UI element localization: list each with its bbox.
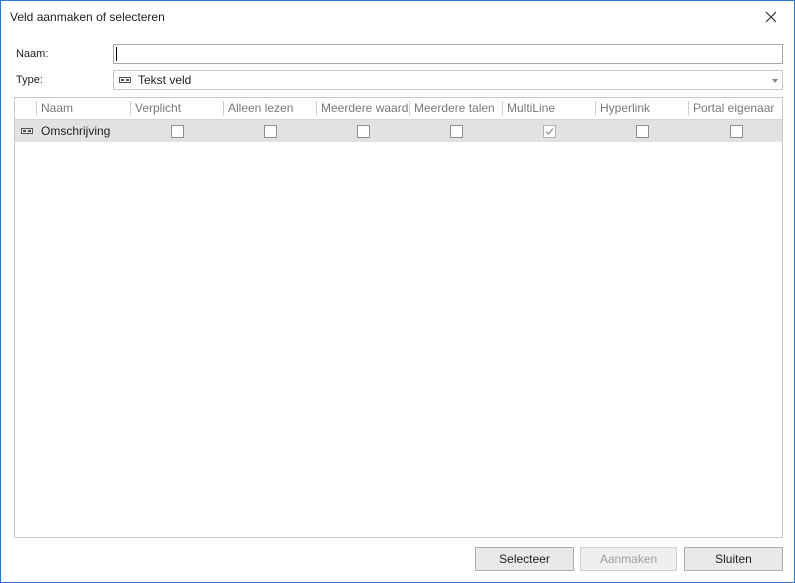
- checkbox-multiline[interactable]: [543, 125, 556, 138]
- column-header-meerdere-waard[interactable]: Meerdere waard: [316, 98, 409, 119]
- column-header-naam[interactable]: Naam: [36, 98, 130, 119]
- column-header-alleen-lezen[interactable]: Alleen lezen: [223, 98, 316, 119]
- select-button[interactable]: Selecteer: [475, 547, 574, 571]
- table-row[interactable]: Omschrijving: [15, 120, 782, 142]
- checkbox-meerdere-talen[interactable]: [450, 125, 463, 138]
- column-header-verplicht[interactable]: Verplicht: [130, 98, 223, 119]
- fields-grid: Naam Verplicht Alleen lezen Meerdere waa…: [14, 97, 783, 538]
- create-button[interactable]: Aanmaken: [580, 547, 677, 571]
- close-dialog-button[interactable]: Sluiten: [684, 547, 783, 571]
- checkmark-icon: [545, 128, 554, 135]
- close-icon: [765, 11, 777, 23]
- column-header-portal-eigenaar[interactable]: Portal eigenaar: [688, 98, 782, 119]
- grid-header: Naam Verplicht Alleen lezen Meerdere waa…: [15, 98, 782, 120]
- dialog-title: Veld aanmaken of selecteren: [10, 10, 165, 24]
- text-field-icon: [21, 128, 33, 134]
- checkbox-portal-eigenaar[interactable]: [730, 125, 743, 138]
- checkbox-meerdere-waard[interactable]: [357, 125, 370, 138]
- column-header-multiline[interactable]: MultiLine: [502, 98, 595, 119]
- type-label: Type:: [16, 74, 43, 86]
- close-button[interactable]: [748, 1, 794, 33]
- row-name-cell: Omschrijving: [41, 124, 111, 138]
- checkbox-hyperlink[interactable]: [636, 125, 649, 138]
- text-caret: [116, 47, 117, 61]
- name-label: Naam:: [16, 48, 49, 60]
- type-dropdown[interactable]: Tekst veld: [113, 70, 783, 90]
- chevron-down-icon[interactable]: [772, 79, 778, 83]
- dialog-window: Veld aanmaken of selecteren Naam: Type: …: [0, 0, 795, 583]
- column-header-hyperlink[interactable]: Hyperlink: [595, 98, 688, 119]
- checkbox-verplicht[interactable]: [171, 125, 184, 138]
- checkbox-alleen-lezen[interactable]: [264, 125, 277, 138]
- name-input[interactable]: [113, 44, 783, 64]
- type-selected-value: Tekst veld: [138, 73, 192, 87]
- text-field-icon: [119, 77, 131, 83]
- title-bar: Veld aanmaken of selecteren: [1, 1, 794, 33]
- column-header-meerdere-talen[interactable]: Meerdere talen: [409, 98, 502, 119]
